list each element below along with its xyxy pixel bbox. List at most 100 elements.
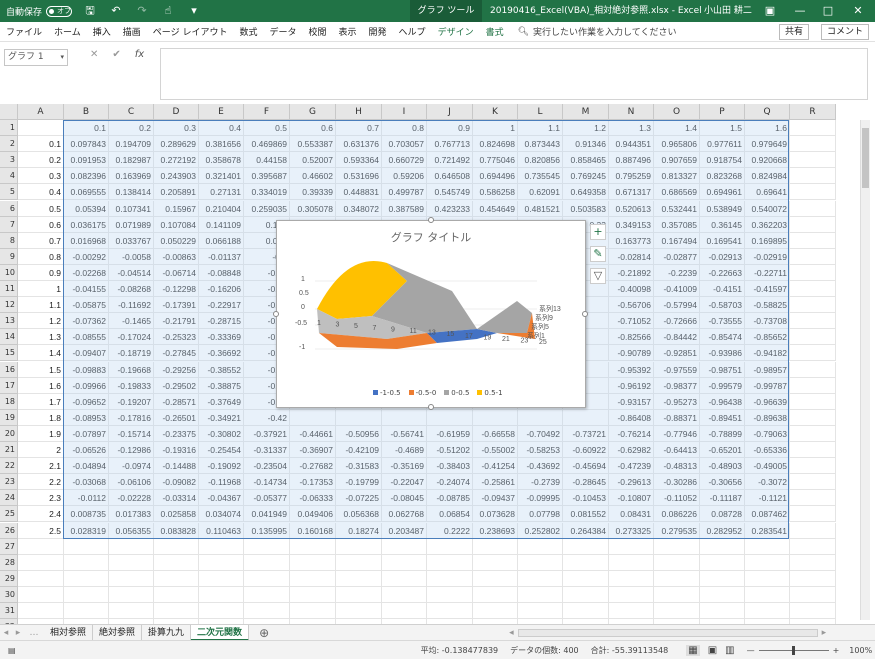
cell[interactable]: 0.538949 xyxy=(700,200,745,217)
cell[interactable]: 0.107084 xyxy=(154,216,199,233)
cell[interactable]: 2.2 xyxy=(18,474,64,491)
cell[interactable]: -0.00863 xyxy=(154,248,199,265)
row-header[interactable]: 27 xyxy=(0,538,18,555)
more-sheets-icon[interactable]: … xyxy=(24,628,44,638)
cell[interactable]: 1.3 xyxy=(609,120,654,136)
cell[interactable]: 0.08431 xyxy=(609,506,654,523)
cell[interactable]: -0.88371 xyxy=(654,409,700,426)
column-header-N[interactable]: N xyxy=(609,104,654,120)
cell[interactable] xyxy=(609,603,654,619)
cell[interactable]: -0.18719 xyxy=(109,345,154,362)
cell[interactable]: -0.08045 xyxy=(382,490,427,507)
cell[interactable]: -0.09407 xyxy=(64,345,109,362)
cell[interactable] xyxy=(609,554,654,571)
cell[interactable]: 0.073628 xyxy=(473,506,518,523)
cell[interactable]: 0.194709 xyxy=(109,136,154,153)
zoom-slider[interactable] xyxy=(758,645,829,655)
cell[interactable]: -0.04155 xyxy=(64,281,109,297)
cell[interactable]: 0.2 xyxy=(109,120,154,136)
row-header[interactable]: 29 xyxy=(0,570,18,587)
cell[interactable]: 0.349153 xyxy=(609,216,654,233)
tab-formulas[interactable]: 数式 xyxy=(233,25,263,38)
cell[interactable]: 0.028319 xyxy=(64,522,109,539)
cell[interactable]: -0.02268 xyxy=(64,264,109,281)
cell[interactable] xyxy=(154,538,199,555)
cell[interactable] xyxy=(64,554,109,571)
cell[interactable] xyxy=(790,377,836,394)
cell[interactable]: -0.29502 xyxy=(154,377,199,394)
cell[interactable]: 0.008735 xyxy=(64,506,109,523)
cell[interactable]: 0.920668 xyxy=(745,152,790,169)
cell[interactable]: -0.62982 xyxy=(609,442,654,458)
cell[interactable]: -0.58825 xyxy=(745,297,790,314)
cell[interactable]: -0.79063 xyxy=(745,425,790,442)
cell[interactable]: -0.22917 xyxy=(199,297,244,314)
cell[interactable]: 0.279535 xyxy=(654,522,700,539)
cell[interactable]: 0.6 xyxy=(290,120,336,136)
chart-elements-icon[interactable]: + xyxy=(590,224,606,240)
touch-mode-icon[interactable]: ☝ xyxy=(160,3,176,19)
cell[interactable]: -0.28571 xyxy=(154,393,199,410)
cell[interactable]: 0.167494 xyxy=(654,232,700,249)
row-header[interactable]: 4 xyxy=(0,168,18,185)
cell[interactable]: 0.252802 xyxy=(518,522,563,539)
cell[interactable]: -0.07362 xyxy=(64,313,109,330)
cell[interactable]: 0.6 xyxy=(18,216,64,233)
cell[interactable] xyxy=(654,554,700,571)
legend-entry[interactable]: 0.5-1 xyxy=(477,389,503,397)
autosave-toggle[interactable]: オフ xyxy=(46,5,73,17)
cell[interactable]: 0.362203 xyxy=(745,216,790,233)
cell[interactable]: -0.42 xyxy=(244,409,290,426)
cell[interactable]: 0.056368 xyxy=(336,506,382,523)
zoom-in-icon[interactable]: + xyxy=(833,646,840,655)
cell[interactable]: 1.9 xyxy=(18,425,64,442)
cell[interactable]: -0.11187 xyxy=(700,490,745,507)
row-header[interactable]: 12 xyxy=(0,297,18,314)
cell[interactable] xyxy=(609,586,654,603)
cell[interactable]: 0.081552 xyxy=(563,506,609,523)
cell[interactable]: -0.06333 xyxy=(290,490,336,507)
row-header[interactable]: 9 xyxy=(0,248,18,265)
cell[interactable]: -0.76214 xyxy=(609,425,654,442)
cell[interactable]: -0.30656 xyxy=(700,474,745,491)
cell[interactable] xyxy=(518,538,563,555)
cell[interactable]: -0.70492 xyxy=(518,425,563,442)
cell[interactable]: 0.08728 xyxy=(700,506,745,523)
cell[interactable]: -0.37921 xyxy=(244,425,290,442)
row-header[interactable]: 5 xyxy=(0,184,18,201)
cell[interactable] xyxy=(790,506,836,523)
cell[interactable]: 1 xyxy=(18,281,64,297)
row-header[interactable]: 19 xyxy=(0,409,18,426)
cell[interactable]: 0.545749 xyxy=(427,184,473,201)
cell[interactable] xyxy=(382,554,427,571)
row-header[interactable]: 28 xyxy=(0,554,18,571)
cell[interactable]: 0.454649 xyxy=(473,200,518,217)
cell[interactable] xyxy=(109,538,154,555)
cell[interactable] xyxy=(473,570,518,587)
cancel-icon[interactable]: ✕ xyxy=(90,49,98,60)
cell[interactable]: 0.2222 xyxy=(427,522,473,539)
cell[interactable]: -0.09437 xyxy=(473,490,518,507)
new-sheet-icon[interactable]: ⊕ xyxy=(259,626,269,640)
cell[interactable]: -0.21892 xyxy=(609,264,654,281)
enter-icon[interactable]: ✔ xyxy=(112,49,120,60)
cell[interactable]: 0.097843 xyxy=(64,136,109,153)
cell[interactable] xyxy=(382,538,427,555)
cell[interactable]: 0.735545 xyxy=(518,168,563,185)
cell[interactable] xyxy=(473,554,518,571)
cell[interactable]: -0.00292 xyxy=(64,248,109,265)
cell[interactable]: 0.671317 xyxy=(609,184,654,201)
cell[interactable]: 0.824984 xyxy=(745,168,790,185)
cell[interactable]: -0.06106 xyxy=(109,474,154,491)
cell[interactable] xyxy=(654,586,700,603)
cell[interactable] xyxy=(790,393,836,410)
cell[interactable]: 0.141109 xyxy=(199,216,244,233)
cell[interactable] xyxy=(790,586,836,603)
cell[interactable]: -0.19668 xyxy=(109,361,154,378)
cell[interactable] xyxy=(382,603,427,619)
cell[interactable] xyxy=(427,603,473,619)
cell[interactable]: -0.29256 xyxy=(154,361,199,378)
customize-qat-icon[interactable]: ▾ xyxy=(186,3,202,19)
cell[interactable]: -0.22663 xyxy=(700,264,745,281)
cell[interactable]: -0.06526 xyxy=(64,442,109,458)
